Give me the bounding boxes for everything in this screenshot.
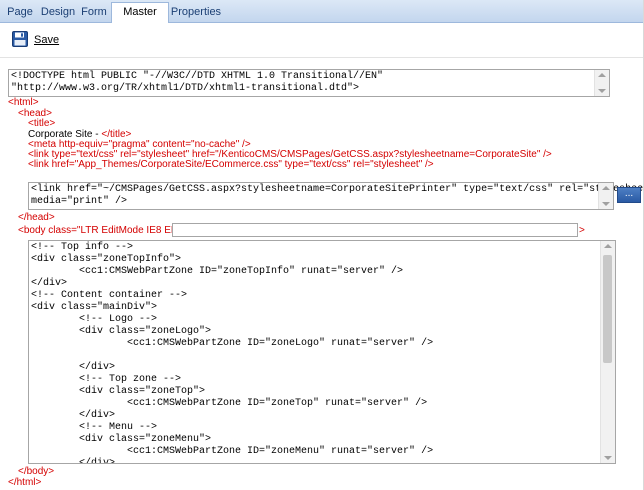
floppy-disk-icon bbox=[12, 30, 28, 50]
body-open-tag-end: > bbox=[579, 225, 585, 236]
scroll-down-arrow-icon[interactable] bbox=[602, 202, 610, 206]
doctype-textarea[interactable]: <!DOCTYPE html PUBLIC "-//W3C//DTD XHTML… bbox=[8, 69, 610, 97]
editor-scrollbar[interactable] bbox=[600, 241, 615, 463]
doctype-text: <!DOCTYPE html PUBLIC "-//W3C//DTD XHTML… bbox=[11, 71, 390, 94]
editor-text: <!-- Top info --> <div class="zoneTopInf… bbox=[31, 242, 434, 464]
head-extra-textarea[interactable]: <link href="~/CMSPages/GetCSS.aspx?style… bbox=[28, 182, 644, 210]
title-open-tag: <title> bbox=[28, 118, 56, 129]
doctype-scrollbar[interactable] bbox=[594, 70, 609, 96]
toolbar: Save bbox=[0, 23, 644, 58]
head-extra-text: <link href="~/CMSPages/GetCSS.aspx?style… bbox=[31, 184, 644, 207]
tab-properties[interactable]: Properties bbox=[170, 3, 222, 21]
body-close-tag: </body> bbox=[18, 466, 55, 477]
html-open-tag: <html> bbox=[8, 97, 39, 108]
body-attributes-input[interactable] bbox=[172, 223, 578, 237]
scroll-up-arrow-icon[interactable] bbox=[602, 186, 610, 190]
tab-page[interactable]: Page bbox=[2, 3, 38, 21]
html-close-tag: </html> bbox=[8, 477, 42, 488]
head-close-tag: </head> bbox=[18, 212, 55, 223]
scroll-up-arrow-icon[interactable] bbox=[598, 73, 606, 77]
tab-form[interactable]: Form bbox=[78, 3, 110, 21]
save-label: Save bbox=[34, 34, 60, 46]
tab-design[interactable]: Design bbox=[40, 3, 76, 21]
head-edit-button[interactable]: ... bbox=[617, 187, 641, 203]
scroll-down-arrow-icon[interactable] bbox=[604, 456, 612, 460]
body-open-tag: <body class="LTR EditMode IE8 ENUS" bbox=[18, 225, 196, 236]
tab-bar: Page Design Form Master page Properties bbox=[0, 0, 644, 36]
editor-scroll-thumb[interactable] bbox=[603, 255, 612, 363]
scroll-down-arrow-icon[interactable] bbox=[598, 89, 606, 93]
link-ecommerce-line: <link href="App_Themes/CorporateSite/ECo… bbox=[28, 159, 434, 170]
head-extra-scrollbar[interactable] bbox=[598, 183, 613, 209]
tab-master-page[interactable]: Master page bbox=[111, 2, 169, 36]
scroll-up-arrow-icon[interactable] bbox=[604, 244, 612, 248]
save-button[interactable]: Save bbox=[12, 30, 59, 50]
master-page-editor[interactable]: <!-- Top info --> <div class="zoneTopInf… bbox=[28, 240, 616, 464]
